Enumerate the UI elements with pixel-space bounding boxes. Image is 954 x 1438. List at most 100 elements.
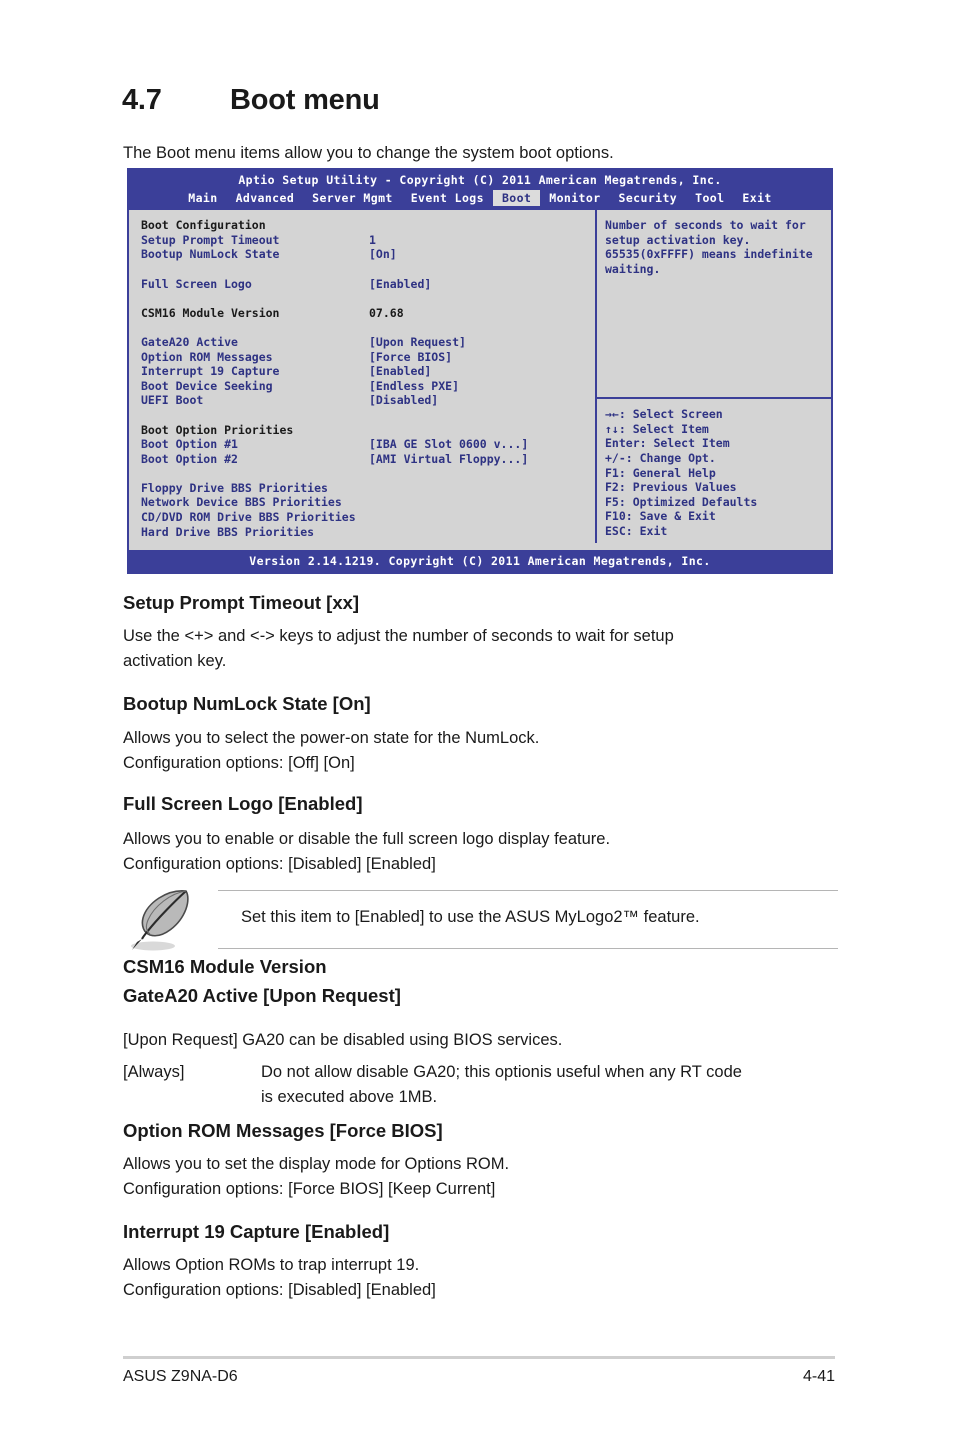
section-intro: The Boot menu items allow you to change … (123, 144, 614, 162)
bios-setting-value: [Upon Request] (369, 334, 466, 349)
heading-setup-prompt-timeout: Setup Prompt Timeout [xx] (123, 592, 360, 613)
bios-setting-value: 07.68 (369, 305, 404, 320)
bios-tab-event-logs[interactable]: Event Logs (402, 190, 493, 207)
bios-row-spacer (141, 408, 595, 423)
heading-bootup-numlock: Bootup NumLock State [On] (123, 693, 371, 714)
bios-setting-value: [Endless PXE] (369, 378, 460, 393)
bios-tab-bar: Main Advanced Server Mgmt Event Logs Boot Mon… (127, 189, 833, 211)
bios-row-spacer (141, 262, 595, 277)
bios-setting-row[interactable]: Network Device BBS Priorities (141, 495, 595, 510)
section-title: Boot menu (230, 84, 380, 116)
bios-setting-value: [Enabled] (369, 364, 432, 379)
heading-csm16-module-version: CSM16 Module Version (123, 956, 327, 977)
page-title: 4.7 Boot menu (122, 84, 380, 117)
note-box: Set this item to [Enabled] to use the AS… (123, 884, 838, 956)
bios-setting-value: [On] (369, 247, 397, 262)
body-option-rom-messages: Allows you to set the display mode for O… (123, 1155, 510, 1198)
bios-setting-row[interactable]: Bootup NumLock State [On] (141, 247, 595, 262)
bios-setting-label: GateA20 Active (141, 334, 238, 349)
bios-header: Aptio Setup Utility - Copyright (C) 2011… (127, 168, 833, 211)
bios-group-heading: Boot Configuration (141, 218, 595, 233)
bios-key-legend: →←: Select Screen ↑↓: Select Item Enter:… (597, 397, 831, 543)
bios-setting-row[interactable]: Floppy Drive BBS Priorities (141, 481, 595, 496)
bios-version-footer: Version 2.14.1219. Copyright (C) 2011 Am… (127, 550, 833, 574)
bios-tab-server-mgmt[interactable]: Server Mgmt (303, 190, 402, 207)
bios-setting-label: Interrupt 19 Capture (141, 364, 280, 379)
bios-setting-label: CD/DVD ROM Drive BBS Priorities (141, 510, 356, 525)
quill-pen-icon (131, 890, 189, 951)
bios-setting-label: Floppy Drive BBS Priorities (141, 480, 328, 495)
bios-setting-label: Bootup NumLock State (141, 247, 280, 262)
bios-tab-security[interactable]: Security (610, 190, 687, 207)
bios-tab-monitor[interactable]: Monitor (540, 190, 609, 207)
bios-row-spacer (141, 466, 595, 481)
bios-setting-row[interactable]: Full Screen Logo [Enabled] (141, 277, 595, 292)
option-always-label: [Always] (123, 1063, 185, 1081)
bios-setting-value: [Force BIOS] (369, 349, 453, 364)
bios-setting-row[interactable]: Boot Option #1 [IBA GE Slot 0600 v...] (141, 437, 595, 452)
bios-setting-value: 1 (369, 232, 376, 247)
bios-setting-row[interactable]: Interrupt 19 Capture [Enabled] (141, 364, 595, 379)
body-setup-prompt-timeout: Use the <+> and <-> keys to adjust the n… (123, 627, 674, 670)
bios-tab-advanced[interactable]: Advanced (227, 190, 304, 207)
bios-setting-value: [Disabled] (369, 393, 439, 408)
bios-setting-row[interactable]: Boot Device Seeking [Endless PXE] (141, 379, 595, 394)
bios-side-panel: Number of seconds to wait for setup acti… (595, 210, 831, 544)
section-number: 4.7 (122, 84, 162, 116)
bios-setting-label: Setup Prompt Timeout (141, 232, 280, 247)
bios-tab-exit[interactable]: Exit (733, 190, 780, 207)
option-upon-request-text: GA20 can be disabled using BIOS services… (242, 1031, 563, 1049)
option-always: [Always] Do not allow disable GA20; this … (123, 1060, 883, 1109)
bios-row-spacer (141, 320, 595, 335)
note-text: Set this item to [Enabled] to use the AS… (241, 908, 700, 926)
bios-setting-row[interactable]: GateA20 Active [Upon Request] (141, 335, 595, 350)
bios-group-heading: Boot Option Priorities (141, 423, 595, 438)
heading-full-screen-logo: Full Screen Logo [Enabled] (123, 793, 363, 814)
heading-option-rom-messages: Option ROM Messages [Force BIOS] (123, 1120, 443, 1141)
bios-setting-row[interactable]: Option ROM Messages [Force BIOS] (141, 350, 595, 365)
bios-setting-value: [Enabled] (369, 276, 432, 291)
heading-interrupt-19-capture: Interrupt 19 Capture [Enabled] (123, 1221, 390, 1242)
body-interrupt-19-capture: Allows Option ROMs to trap interrupt 19.… (123, 1256, 436, 1299)
bios-setting-label: UEFI Boot (141, 393, 204, 408)
body-full-screen-logo: Allows you to enable or disable the full… (123, 830, 611, 873)
bios-setting-row[interactable]: Boot Option #2 [AMI Virtual Floppy...] (141, 452, 595, 467)
bios-screenshot: Aptio Setup Utility - Copyright (C) 2011… (127, 168, 833, 574)
bios-setting-value: [IBA GE Slot 0600 v...] (369, 437, 529, 452)
bios-setting-label: Boot Configuration (141, 218, 266, 233)
bios-settings-list: Boot Configuration Setup Prompt Timeout 1 B… (129, 210, 595, 543)
bios-setting-row: CSM16 Module Version 07.68 (141, 306, 595, 321)
bios-tab-main[interactable]: Main (179, 190, 226, 207)
bios-setting-label: Network Device BBS Priorities (141, 495, 342, 510)
bios-setting-row[interactable]: Hard Drive BBS Priorities (141, 525, 595, 540)
bios-help-text: Number of seconds to wait for setup acti… (605, 218, 813, 276)
bios-row-spacer (141, 291, 595, 306)
footer-page-number: 4-41 (802, 1368, 835, 1385)
bios-setting-label: Boot Option #1 (141, 437, 238, 452)
bios-setting-label: Option ROM Messages (141, 349, 273, 364)
bios-tab-tool[interactable]: Tool (686, 190, 733, 207)
bios-setting-row[interactable]: UEFI Boot [Disabled] (141, 393, 595, 408)
bios-tab-boot[interactable]: Boot (492, 189, 541, 207)
option-upon-request: [Upon Request] GA20 can be disabled usin… (123, 1028, 562, 1053)
bios-setting-label: Boot Option #2 (141, 451, 238, 466)
bios-setting-label: Full Screen Logo (141, 276, 252, 291)
note-divider-bottom (218, 948, 838, 949)
bios-title: Aptio Setup Utility - Copyright (C) 2011… (238, 173, 722, 187)
bios-body: Boot Configuration Setup Prompt Timeout 1 B… (127, 210, 833, 544)
bios-setting-label: CSM16 Module Version (141, 305, 280, 320)
option-upon-request-label: [Upon Request] (123, 1031, 238, 1049)
note-divider-top (218, 890, 838, 891)
heading-gatea20-active: GateA20 Active [Upon Request] (123, 985, 401, 1006)
footer-divider (123, 1356, 835, 1359)
option-always-text: Do not allow disable GA20; this optionis… (261, 1063, 742, 1106)
bios-setting-label: Boot Option Priorities (141, 422, 294, 437)
bios-setting-label: Boot Device Seeking (141, 378, 273, 393)
document-page: 4.7 Boot menu The Boot menu items allow y… (0, 0, 954, 1438)
bios-setting-row[interactable]: CD/DVD ROM Drive BBS Priorities (141, 510, 595, 525)
body-bootup-numlock: Allows you to select the power-on state … (123, 729, 540, 772)
footer-product-name: ASUS Z9NA-D6 (123, 1368, 238, 1385)
bios-setting-row[interactable]: Setup Prompt Timeout 1 (141, 233, 595, 248)
bios-setting-value: [AMI Virtual Floppy...] (369, 451, 529, 466)
bios-setting-label: Hard Drive BBS Priorities (141, 524, 315, 539)
